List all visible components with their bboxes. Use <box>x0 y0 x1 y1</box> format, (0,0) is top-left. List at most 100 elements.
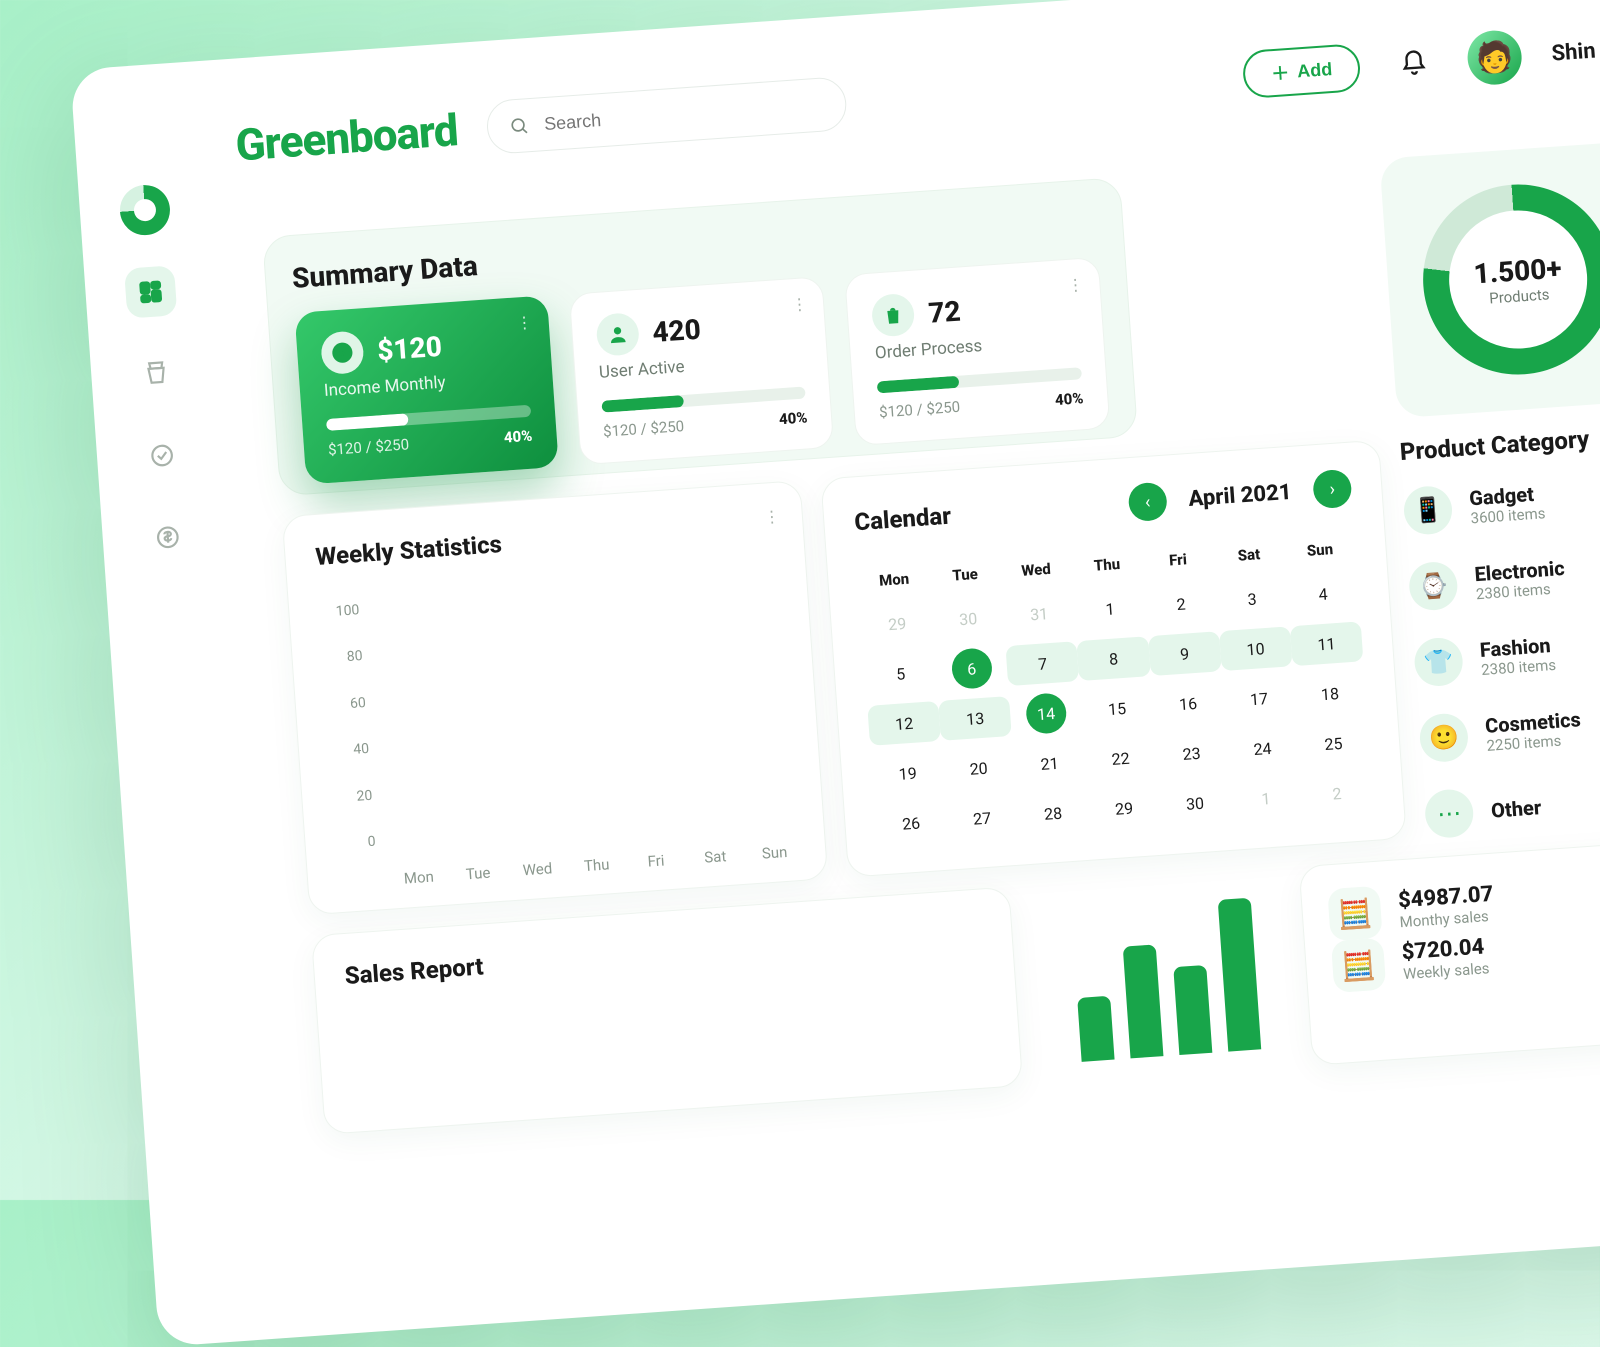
summary-card-user-active[interactable]: ⋮420User Active$120 / $25040% <box>568 276 834 465</box>
dollar-icon: $ <box>320 330 365 375</box>
logo-icon <box>118 183 171 236</box>
calendar-day[interactable]: 6 <box>935 645 1009 692</box>
search-icon <box>509 115 531 140</box>
category-item[interactable]: ⌚Electronic2380 items <box>1408 535 1600 612</box>
calendar-prev-button[interactable]: ‹ <box>1127 482 1168 523</box>
calendar-day[interactable]: 3 <box>1215 575 1289 622</box>
chart-x-axis: MonTueWedThuFriSatSun <box>398 842 796 888</box>
progress-bar <box>877 367 1082 393</box>
add-button[interactable]: ＋ Add <box>1242 43 1362 99</box>
category-item[interactable]: 🙂Cosmetics2250 items <box>1418 686 1600 763</box>
calendar-day[interactable]: 2 <box>1144 580 1218 627</box>
calendar-day[interactable]: 5 <box>864 650 938 697</box>
x-tick: Thu <box>575 855 618 876</box>
app-window: Greenboard ＋ Add 🧑 Shin Ryujin Summary D… <box>70 0 1600 1347</box>
calendar-day[interactable]: 8 <box>1077 635 1151 682</box>
calendar-day[interactable]: 7 <box>1006 640 1080 687</box>
weekly-title: Weekly Statistics <box>315 511 774 571</box>
calendar-day[interactable]: 4 <box>1286 570 1360 617</box>
search-input[interactable] <box>485 76 848 155</box>
calendar-day[interactable]: 30 <box>1158 780 1232 827</box>
card-menu-button[interactable]: ⋮ <box>516 312 533 332</box>
calendar-day[interactable]: 16 <box>1151 680 1225 727</box>
progress-percent: 40% <box>778 408 808 428</box>
calendar-day[interactable]: 12 <box>867 700 941 747</box>
card-menu-button[interactable]: ⋮ <box>791 294 808 314</box>
weekly-statistics-card: Weekly Statistics ⋮ 100806040200 MonTueW… <box>282 480 829 915</box>
category-count: 2380 items <box>1481 656 1557 679</box>
bar-a <box>695 826 711 827</box>
calendar-day[interactable]: 29 <box>860 600 934 647</box>
calendar-day[interactable]: 19 <box>871 750 945 797</box>
category-item[interactable]: ⋯Other <box>1424 762 1600 839</box>
chart-y-axis: 100806040200 <box>319 602 376 852</box>
y-tick: 20 <box>332 787 373 806</box>
products-total: 1.500+ <box>1472 251 1562 290</box>
calendar-day[interactable]: 9 <box>1148 630 1222 677</box>
calendar-day[interactable]: 30 <box>931 595 1005 642</box>
calendar-day[interactable]: 31 <box>1002 590 1076 637</box>
calendar-day[interactable]: 18 <box>1293 670 1367 717</box>
calendar-day[interactable]: 17 <box>1222 675 1296 722</box>
calendar-month: April 2021 <box>1188 479 1293 511</box>
calendar-day[interactable]: 20 <box>942 745 1016 792</box>
svg-text:$: $ <box>338 344 347 362</box>
chart-plot <box>379 573 793 848</box>
calendar-day[interactable]: 11 <box>1290 620 1364 667</box>
calendar-day[interactable]: 24 <box>1226 725 1300 772</box>
calendar-day[interactable]: 1 <box>1073 585 1147 632</box>
x-tick: Sun <box>753 842 796 863</box>
add-button-label: Add <box>1296 58 1332 81</box>
card-value: 72 <box>927 294 962 329</box>
avatar[interactable]: 🧑 <box>1466 29 1524 87</box>
sidebar <box>108 183 204 565</box>
progress-bar <box>326 405 531 431</box>
calendar-title: Calendar <box>853 491 1107 537</box>
summary-card-order-process[interactable]: ⋮72Order Process$120 / $25040% <box>844 257 1110 446</box>
calendar-day[interactable]: 13 <box>938 695 1012 742</box>
calendar-next-button[interactable]: › <box>1312 469 1353 510</box>
calendar-day[interactable]: 27 <box>945 795 1019 842</box>
bar-b <box>542 837 558 838</box>
calendar-dow: Wed <box>1000 552 1073 587</box>
sales-report-card: Sales Report <box>311 886 1023 1134</box>
calendar-day[interactable]: 22 <box>1084 735 1158 782</box>
watch-icon: ⌚ <box>1408 561 1459 612</box>
calendar-day[interactable]: 2 <box>1300 770 1374 817</box>
products-donut-card: 1.500+ Products <box>1379 141 1600 419</box>
summary-card-income-monthly[interactable]: ⋮$$120Income Monthly$120 / $25040% <box>294 295 558 484</box>
calendar-day[interactable]: 21 <box>1013 740 1087 787</box>
y-tick: 100 <box>319 602 360 621</box>
bar-group <box>456 841 498 844</box>
hanger-icon: 👕 <box>1413 636 1464 687</box>
notifications-button[interactable] <box>1388 38 1439 89</box>
calendar-day[interactable]: 23 <box>1155 730 1229 777</box>
calendar-day[interactable]: 26 <box>874 800 948 847</box>
calendar-day[interactable]: 10 <box>1219 625 1293 672</box>
category-item[interactable]: 👕Fashion2380 items <box>1413 610 1600 687</box>
weekly-menu-button[interactable]: ⋮ <box>763 507 780 527</box>
calendar-day[interactable]: 29 <box>1087 785 1161 832</box>
bar-a <box>396 847 412 848</box>
progress-text: $120 / $250 <box>879 398 961 422</box>
calendar-day[interactable]: 15 <box>1080 685 1154 732</box>
sidebar-item-dashboard[interactable] <box>124 265 177 318</box>
sidebar-item-finance[interactable] <box>141 511 194 564</box>
sidebar-item-orders[interactable] <box>130 347 183 400</box>
calendar-day[interactable]: 14 <box>1009 690 1083 737</box>
calendar-day[interactable]: 1 <box>1229 775 1303 822</box>
calendar-dow: Sat <box>1212 537 1285 572</box>
category-item[interactable]: 📱Gadget3600 items <box>1402 459 1600 536</box>
calendar-day[interactable]: 25 <box>1297 720 1371 767</box>
sidebar-item-tasks[interactable] <box>135 429 188 482</box>
bar-group <box>516 837 558 840</box>
card-menu-button[interactable]: ⋮ <box>1067 275 1084 295</box>
calendar-day[interactable]: 28 <box>1016 790 1090 837</box>
donut-chart: 1.500+ Products <box>1417 178 1600 381</box>
x-tick: Sat <box>694 846 737 867</box>
bar-b <box>482 841 498 842</box>
more-icon: ⋯ <box>1424 788 1475 839</box>
sales-mini-chart <box>1051 888 1282 1063</box>
bar-group <box>635 828 677 831</box>
y-tick: 0 <box>335 834 376 853</box>
